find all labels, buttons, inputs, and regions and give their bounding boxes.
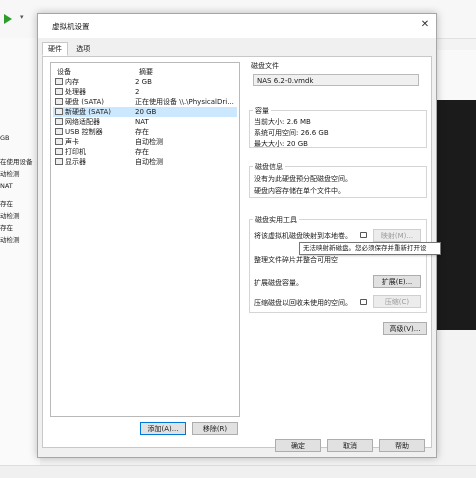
- disk-utilities-title: 磁盘实用工具: [253, 215, 299, 225]
- tab-hardware[interactable]: 硬件: [42, 42, 68, 56]
- map-disabled-tooltip: 无法映射新磁盘。您必须保存并重新打开设: [299, 242, 441, 255]
- device-summary: NAT: [135, 118, 149, 126]
- summary-column-header[interactable]: 摘要: [139, 67, 153, 77]
- defrag-description: 整理文件碎片并整合可用空: [254, 256, 338, 264]
- hard-disk-icon: [55, 108, 63, 115]
- play-icon[interactable]: [4, 14, 12, 24]
- background-vm-preview: [432, 100, 476, 330]
- compact-description: 压缩磁盘以回收未使用的空间。: [254, 299, 352, 307]
- info-icon: [360, 299, 367, 305]
- play-dropdown-icon[interactable]: ▾: [20, 13, 24, 21]
- bg-item: 动检测: [0, 212, 20, 220]
- tab-bar: 硬件 选项: [42, 42, 96, 56]
- device-name: 声卡: [65, 138, 79, 146]
- compact-button[interactable]: 压缩(C): [373, 295, 421, 308]
- capacity-title: 容量: [253, 106, 271, 116]
- device-name: 打印机: [65, 148, 86, 156]
- bg-item: 存在: [0, 224, 13, 232]
- printer-icon: [55, 148, 63, 155]
- device-summary: 2: [135, 88, 140, 96]
- disk-info-group: 磁盘信息 没有为此硬盘预分配磁盘空间。 硬盘内容存储在单个文件中。: [249, 162, 427, 198]
- device-row-network-adapter[interactable]: 网络适配器 NAT: [53, 117, 237, 127]
- device-name: 显示器: [65, 158, 86, 166]
- device-name: USB 控制器: [65, 128, 103, 136]
- disk-info-title: 磁盘信息: [253, 162, 285, 172]
- device-row-hard-disk[interactable]: 硬盘 (SATA) 正在使用设备 \\.\PhysicalDri...: [53, 97, 237, 107]
- disk-file-title: 磁盘文件: [251, 62, 279, 70]
- capacity-group: 容量 当前大小: 2.6 MB 系统可用空间: 26.6 GB 最大大小: 20…: [249, 106, 427, 148]
- usb-icon: [55, 128, 63, 135]
- cancel-button[interactable]: 取消: [327, 439, 373, 452]
- hard-disk-icon: [55, 98, 63, 105]
- add-device-button[interactable]: 添加(A)...: [140, 422, 186, 435]
- device-summary: 自动检测: [135, 158, 163, 166]
- expand-description: 扩展磁盘容量。: [254, 279, 303, 287]
- device-name: 网络适配器: [65, 118, 100, 126]
- memory-icon: [55, 78, 63, 85]
- device-name: 内存: [65, 78, 79, 86]
- device-row-usb-controller[interactable]: USB 控制器 存在: [53, 127, 237, 137]
- background-right-strip: [432, 50, 476, 100]
- map-button[interactable]: 映射(M)...: [373, 229, 421, 242]
- current-size: 当前大小: 2.6 MB: [254, 118, 311, 126]
- bg-item: GB: [0, 134, 10, 142]
- info-icon: [360, 232, 367, 238]
- device-column-header[interactable]: 设备: [57, 67, 71, 77]
- max-size: 最大大小: 20 GB: [254, 140, 308, 148]
- bg-item: 在使用设备: [0, 158, 33, 166]
- background-statusbar: [0, 465, 476, 478]
- device-summary: 20 GB: [135, 108, 157, 116]
- dialog-title: 虚拟机设置: [52, 22, 90, 31]
- background-left-panel: GB 在使用设备 动检测 NAT 存在 动检测 存在 动检测: [0, 38, 40, 477]
- advanced-button[interactable]: 高级(V)...: [383, 322, 427, 335]
- bg-item: 存在: [0, 200, 13, 208]
- bg-item: 动检测: [0, 170, 20, 178]
- device-summary: 存在: [135, 148, 149, 156]
- remove-device-button[interactable]: 移除(R): [192, 422, 238, 435]
- device-list: 设备 摘要 内存 2 GB 处理器 2 硬盘 (SATA) 正在使用设备 \\.…: [50, 62, 240, 417]
- help-button[interactable]: 帮助: [379, 439, 425, 452]
- disk-info-line: 硬盘内容存储在单个文件中。: [254, 187, 345, 195]
- device-row-printer[interactable]: 打印机 存在: [53, 147, 237, 157]
- disk-file-field[interactable]: NAS 6.2-0.vmdk: [253, 74, 419, 86]
- map-description: 将该虚拟机磁盘映射到本地卷。: [254, 232, 352, 240]
- device-summary: 存在: [135, 128, 149, 136]
- ok-button[interactable]: 确定: [275, 439, 321, 452]
- device-row-new-hard-disk[interactable]: 新硬盘 (SATA) 20 GB: [53, 107, 237, 117]
- processor-icon: [55, 88, 63, 95]
- network-adapter-icon: [55, 118, 63, 125]
- disk-info-line: 没有为此硬盘预分配磁盘空间。: [254, 175, 352, 183]
- bg-item: 动检测: [0, 236, 20, 244]
- monitor-icon: [55, 158, 63, 165]
- device-name: 新硬盘 (SATA): [65, 108, 112, 116]
- device-row-display[interactable]: 显示器 自动检测: [53, 157, 237, 167]
- speaker-icon: [55, 138, 63, 145]
- expand-button[interactable]: 扩展(E)...: [373, 275, 421, 288]
- device-summary: 2 GB: [135, 78, 152, 86]
- device-list-header: 设备 摘要: [55, 67, 235, 77]
- vm-settings-dialog: 虚拟机设置 ✕ 硬件 选项 设备 摘要 内存 2 GB 处理器 2 硬盘 (SA…: [37, 13, 437, 458]
- tab-options[interactable]: 选项: [70, 42, 96, 56]
- device-name: 处理器: [65, 88, 86, 96]
- device-summary: 正在使用设备 \\.\PhysicalDri...: [135, 98, 234, 106]
- bg-item: NAT: [0, 182, 13, 190]
- dialog-titlebar: 虚拟机设置 ✕: [38, 14, 436, 38]
- close-icon[interactable]: ✕: [418, 18, 432, 32]
- device-name: 硬盘 (SATA): [65, 98, 105, 106]
- device-row-memory[interactable]: 内存 2 GB: [53, 77, 237, 87]
- system-free-space: 系统可用空间: 26.6 GB: [254, 129, 329, 137]
- device-row-sound-card[interactable]: 声卡 自动检测: [53, 137, 237, 147]
- disk-utilities-group: 磁盘实用工具 将该虚拟机磁盘映射到本地卷。 映射(M)... 整理文件碎片并整合…: [249, 215, 427, 313]
- device-summary: 自动检测: [135, 138, 163, 146]
- device-row-processor[interactable]: 处理器 2: [53, 87, 237, 97]
- disk-file-group: 磁盘文件 NAS 6.2-0.vmdk: [249, 62, 427, 92]
